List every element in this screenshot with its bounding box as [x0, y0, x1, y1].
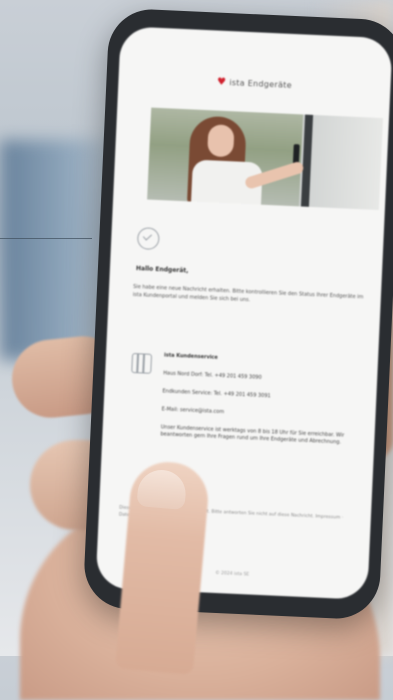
- contact-line: Haus Nord Dorf: Tel. +49 201 459 3090: [163, 370, 262, 381]
- email-body-text: Sie habe eine neue Nachricht erhalten. B…: [132, 283, 364, 304]
- email-brand-header: ♥ ista Endgeräte: [118, 72, 390, 95]
- brand-name: ista Endgeräte: [229, 78, 293, 90]
- contact-email: E-Mail: service@ista.com: [161, 406, 225, 416]
- hero-photo: [147, 107, 384, 211]
- background-edge: [0, 238, 92, 239]
- contact-title: ista Kundenservice: [163, 352, 218, 361]
- heart-icon: ♥: [216, 76, 227, 88]
- email-greeting: Hallo Endgerät,: [135, 265, 189, 275]
- contact-note: Unser Kundenservice ist werktags von 8 b…: [160, 424, 345, 446]
- contact-block: ista Kundenservice Haus Nord Dorf: Tel. …: [160, 352, 366, 458]
- contact-line: Endkunden Service: Tel. +49 201 459 3091: [162, 388, 271, 400]
- check-circle-icon: [136, 227, 160, 251]
- building-icon: [131, 352, 153, 374]
